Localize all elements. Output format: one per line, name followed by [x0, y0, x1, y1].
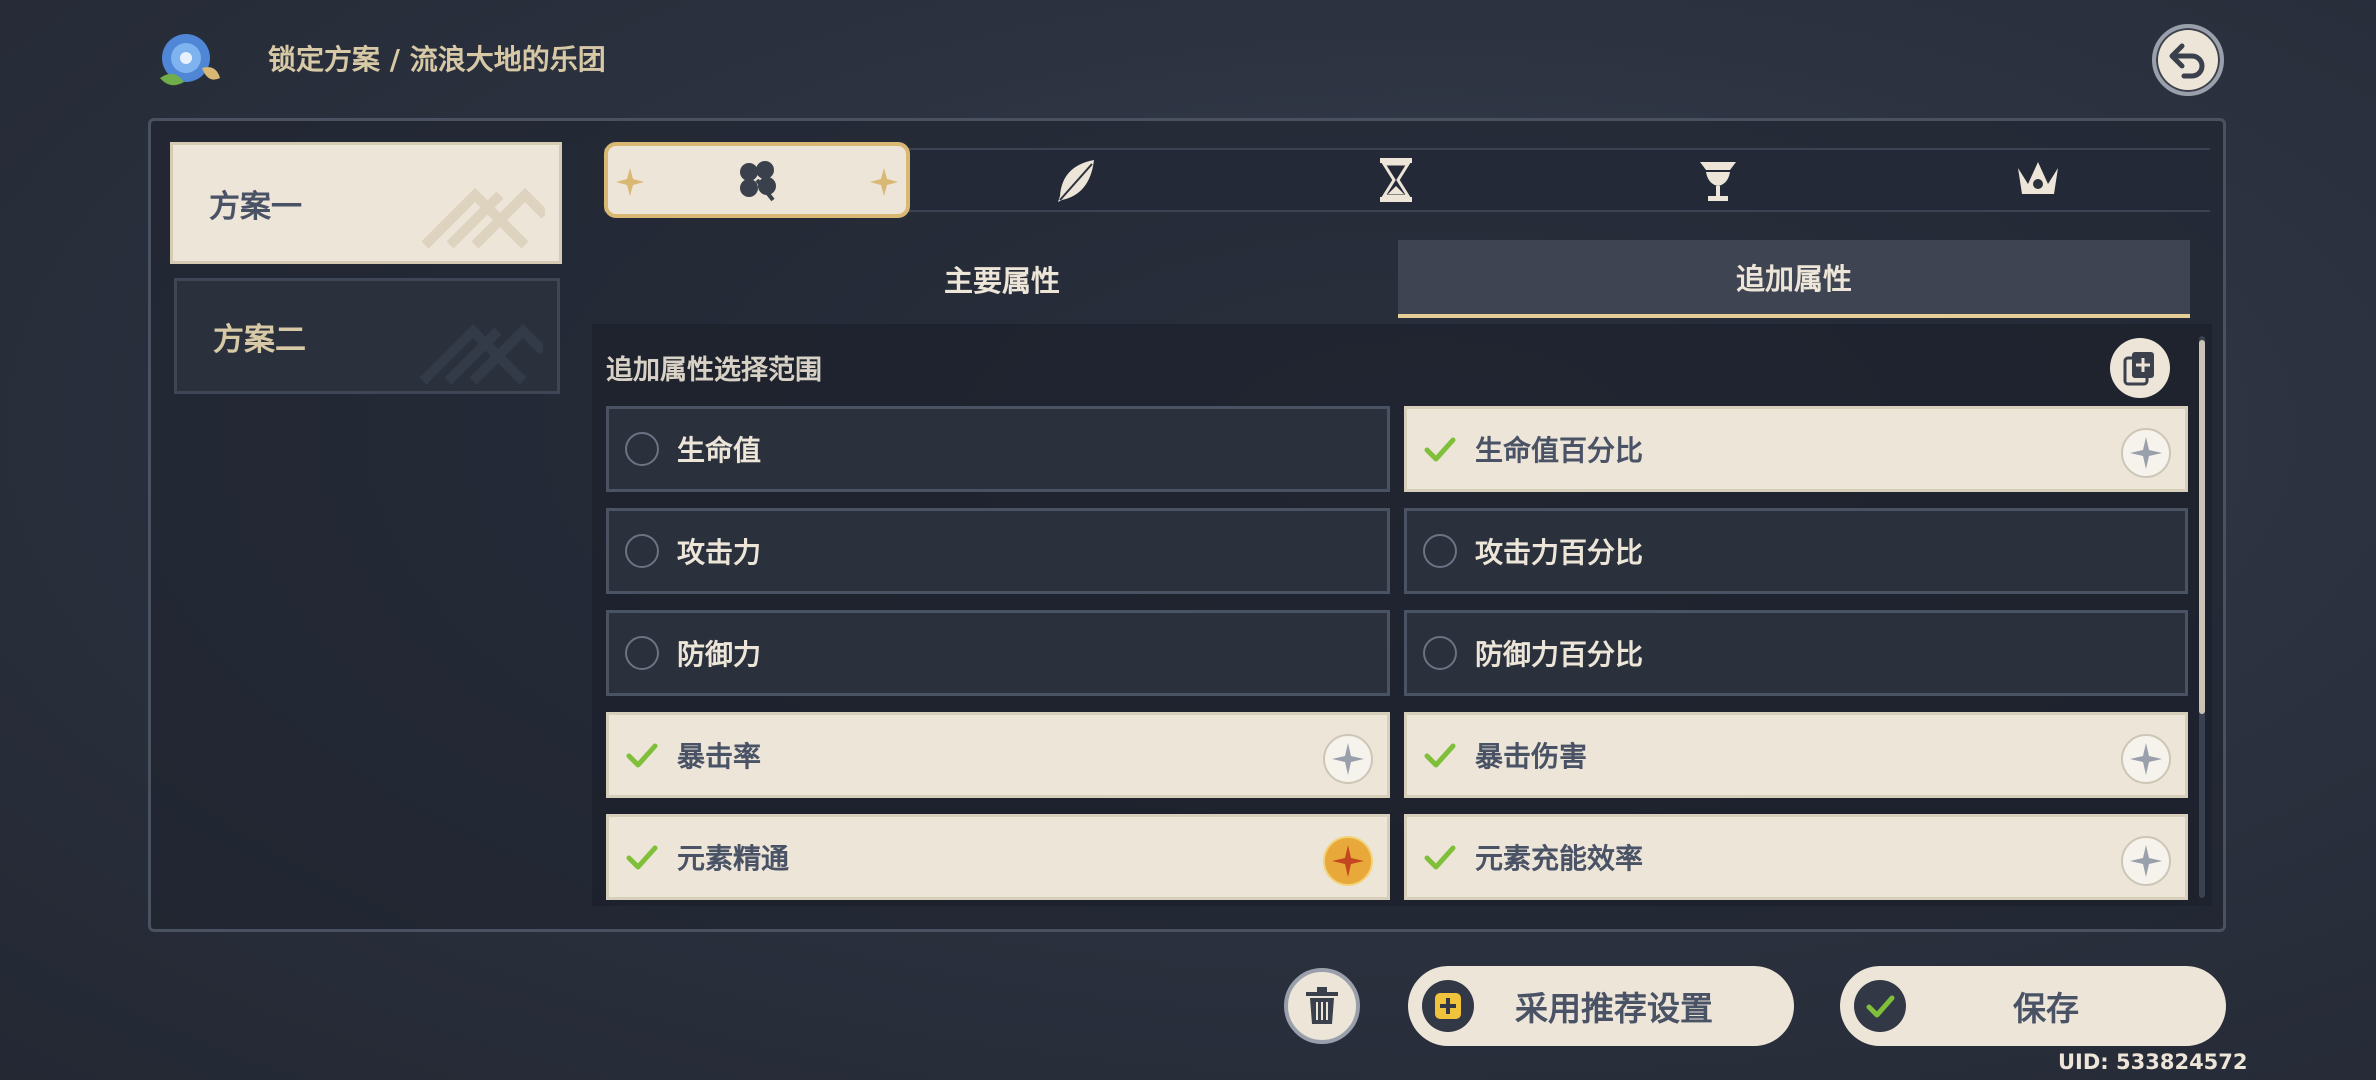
tab-extra-attribute[interactable]: 追加属性 — [1398, 240, 2190, 318]
crown-icon — [2018, 162, 2058, 194]
plan-2-tab[interactable]: 方案二 — [174, 278, 560, 394]
trash-icon — [1306, 987, 1338, 1024]
uid-label: UID: 533824572 — [2058, 1050, 2248, 1074]
sparkle-icon — [616, 168, 644, 196]
check-icon — [1424, 845, 1456, 870]
priority-star-button[interactable] — [2121, 734, 2171, 784]
check-icon — [626, 743, 658, 768]
slot-tab-plume[interactable] — [1028, 142, 1124, 218]
slot-tab-circlet[interactable] — [1990, 142, 2086, 218]
option-def[interactable]: 防御力 — [606, 610, 1390, 696]
option-crit-dmg[interactable]: 暴击伤害 — [1404, 712, 2188, 798]
section-title: 追加属性选择范围 — [606, 355, 822, 386]
option-label: 防御力百分比 — [1475, 638, 1644, 671]
apply-recommended-button[interactable]: 采用推荐设置 — [1408, 966, 1794, 1046]
sparkle-icon — [2130, 437, 2162, 469]
back-button[interactable] — [2152, 24, 2224, 96]
sparkle-icon — [2130, 743, 2162, 775]
back-arrow-icon — [2169, 43, 2205, 79]
scrollbar-thumb[interactable] — [2199, 340, 2205, 714]
option-crit-rate[interactable]: 暴击率 — [606, 712, 1390, 798]
option-label: 防御力 — [677, 638, 762, 671]
plan-1-tab[interactable]: 方案一 — [170, 142, 562, 264]
option-label: 攻击力 — [677, 536, 762, 569]
goblet-icon — [1700, 162, 1736, 201]
option-label: 生命值 — [677, 434, 762, 467]
radio-unchecked — [625, 636, 659, 670]
option-hp[interactable]: 生命值 — [606, 406, 1390, 492]
save-label: 保存 — [2013, 989, 2079, 1028]
add-icon — [1422, 980, 1474, 1032]
priority-star-button[interactable] — [1323, 734, 1373, 784]
hourglass-icon — [1380, 158, 1412, 202]
delete-plan-button[interactable] — [1284, 968, 1360, 1044]
option-energy-recharge[interactable]: 元素充能效率 — [1404, 814, 2188, 900]
copy-add-icon — [2123, 352, 2154, 386]
radio-unchecked — [625, 534, 659, 568]
option-label: 元素充能效率 — [1475, 842, 1644, 875]
option-label: 攻击力百分比 — [1475, 536, 1644, 569]
radio-unchecked — [1423, 636, 1457, 670]
priority-star-button[interactable] — [2121, 836, 2171, 886]
artifact-set-logo-icon — [150, 28, 226, 94]
slot-tab-goblet[interactable] — [1670, 142, 1766, 218]
sparkle-icon — [1332, 743, 1364, 775]
plan-pattern-decoration — [419, 323, 543, 385]
option-label: 暴击伤害 — [1475, 740, 1588, 773]
slot-tab-flower[interactable] — [604, 142, 910, 218]
save-button[interactable]: 保存 — [1840, 966, 2226, 1046]
sparkle-icon — [1332, 845, 1364, 877]
option-atk[interactable]: 攻击力 — [606, 508, 1390, 594]
sparkle-icon — [2130, 845, 2162, 877]
option-label: 元素精通 — [677, 842, 790, 875]
radio-unchecked — [625, 432, 659, 466]
tab-main-attribute[interactable]: 主要属性 — [606, 240, 1398, 318]
option-hp-percent[interactable]: 生命值百分比 — [1404, 406, 2188, 492]
plan-label: 方案一 — [209, 188, 302, 225]
breadcrumb: 锁定方案 / 流浪大地的乐团 — [268, 43, 606, 76]
slot-tab-sands[interactable] — [1348, 142, 1444, 218]
recommend-label: 采用推荐设置 — [1515, 989, 1713, 1028]
option-elemental-mastery[interactable]: 元素精通 — [606, 814, 1390, 900]
option-def-percent[interactable]: 防御力百分比 — [1404, 610, 2188, 696]
check-circle-icon — [1854, 980, 1906, 1032]
check-icon — [1424, 743, 1456, 768]
priority-star-button[interactable] — [2121, 428, 2171, 478]
option-label: 暴击率 — [677, 740, 762, 773]
option-atk-percent[interactable]: 攻击力百分比 — [1404, 508, 2188, 594]
sparkle-icon — [870, 168, 898, 196]
check-icon — [626, 845, 658, 870]
plan-pattern-decoration — [421, 187, 545, 249]
radio-unchecked — [1423, 534, 1457, 568]
option-label: 生命值百分比 — [1475, 434, 1644, 467]
flower-icon — [740, 161, 776, 202]
feather-icon — [1058, 160, 1094, 202]
check-icon — [1424, 437, 1456, 462]
priority-star-button-active[interactable] — [1323, 836, 1373, 886]
copy-settings-button[interactable] — [2110, 338, 2170, 398]
plan-label: 方案二 — [213, 321, 306, 358]
